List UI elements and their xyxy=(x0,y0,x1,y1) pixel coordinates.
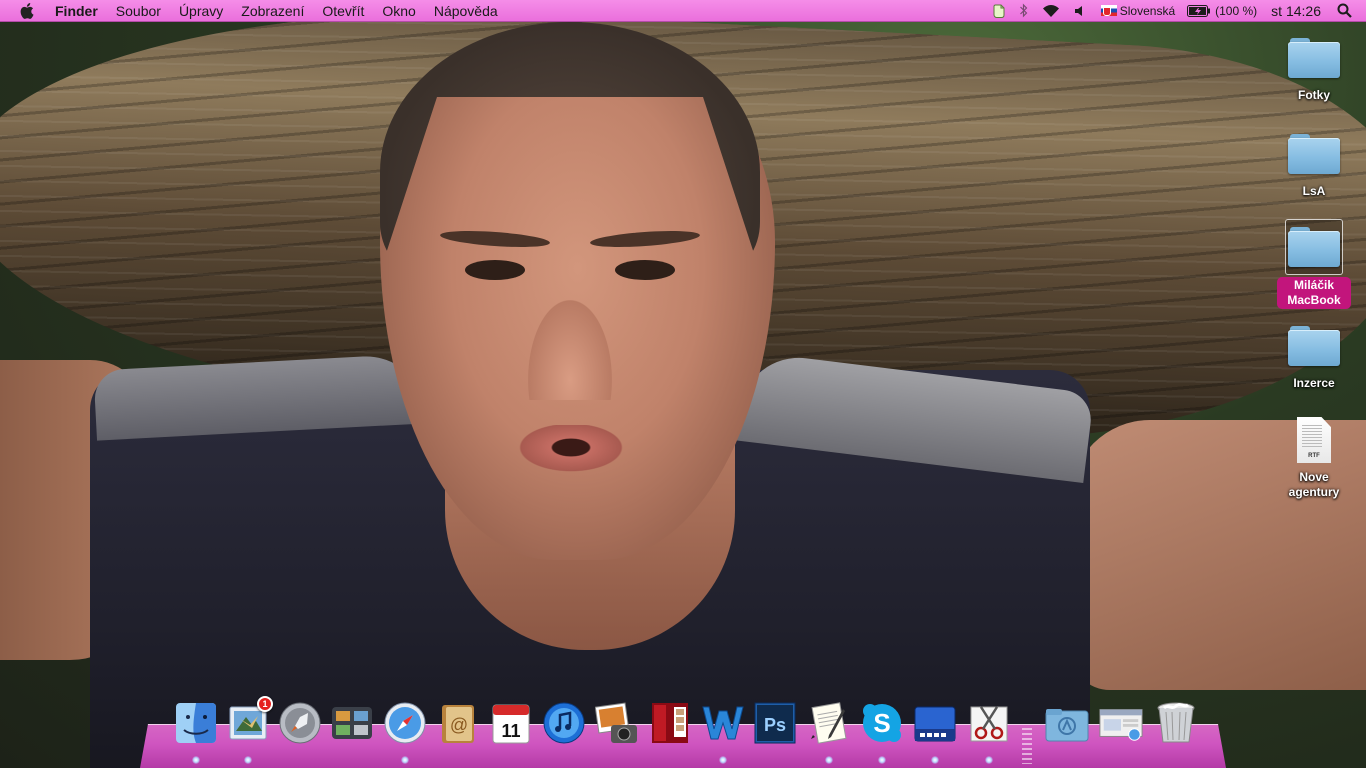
launchpad-icon xyxy=(279,702,321,744)
dock-trash[interactable] xyxy=(1153,700,1199,746)
dock-remote-desktop[interactable] xyxy=(912,700,958,764)
dock-finder[interactable] xyxy=(173,700,219,764)
calendar-icon: 11 xyxy=(492,704,530,744)
dock-photo-booth[interactable] xyxy=(647,700,693,746)
dock-safari[interactable] xyxy=(382,700,428,764)
battery-percent: (100 %) xyxy=(1215,3,1258,18)
address-book-icon: @ xyxy=(442,705,474,743)
dock-mail[interactable]: 1 xyxy=(225,696,273,764)
iphoto-icon xyxy=(595,702,637,743)
menu-bar: Finder Soubor Úpravy Zobrazení Otevřít O… xyxy=(0,0,1366,22)
rtf-document-icon: RTF xyxy=(1285,412,1343,468)
calendar-day: 11 xyxy=(501,721,520,741)
menu-window[interactable]: Okno xyxy=(373,0,424,22)
dock-launchpad[interactable] xyxy=(277,700,323,746)
dock-applications-stack[interactable] xyxy=(1044,700,1090,746)
menu-finder[interactable]: Finder xyxy=(46,0,107,22)
dock-textedit[interactable] xyxy=(806,700,852,764)
battery-menu[interactable]: (100 %) xyxy=(1181,0,1263,22)
dock-contacts[interactable]: @ xyxy=(435,700,481,746)
battery-icon xyxy=(1187,4,1211,17)
scissors-icon xyxy=(970,706,1008,742)
desktop-icon-label: Nove agentury xyxy=(1288,470,1340,499)
dock-mission-control[interactable] xyxy=(329,700,375,746)
status-menus: Slovenská (100 %) st 14:26 xyxy=(985,0,1366,22)
trash-icon xyxy=(1157,702,1195,743)
folder-icon xyxy=(1285,126,1343,182)
dock-word[interactable] xyxy=(700,700,746,764)
dock-itunes[interactable] xyxy=(541,700,587,746)
bluetooth-icon[interactable] xyxy=(1013,0,1035,22)
volume-icon[interactable] xyxy=(1067,0,1095,22)
menu-view[interactable]: Zobrazení xyxy=(232,0,313,22)
dock-iphoto[interactable] xyxy=(594,700,640,746)
spotlight-search-icon[interactable] xyxy=(1329,0,1366,22)
desktop-icon-label: LsA xyxy=(1302,184,1326,198)
dock-utility[interactable] xyxy=(966,700,1012,764)
input-source-label: Slovenská xyxy=(1119,3,1176,18)
input-source-menu[interactable]: Slovenská xyxy=(1095,0,1181,22)
applications-folder-icon xyxy=(1045,709,1089,742)
skype-icon: S xyxy=(863,704,901,742)
menu-edit[interactable]: Úpravy xyxy=(170,0,232,22)
desktop-icon-label: Fotky xyxy=(1297,88,1330,102)
textedit-icon xyxy=(811,702,847,744)
finder-icon xyxy=(176,703,216,743)
desktop-file-nove-agentury[interactable]: RTF Nove agentury xyxy=(1274,412,1354,500)
svg-text:Ps: Ps xyxy=(764,715,786,735)
menu-go[interactable]: Otevřít xyxy=(313,0,373,22)
safari-icon xyxy=(384,702,426,744)
dock: 1 @ 11 Ps S xyxy=(140,696,1226,768)
menu-file[interactable]: Soubor xyxy=(107,0,170,22)
word-icon xyxy=(702,706,744,740)
folder-icon xyxy=(1285,318,1343,374)
desktop-icons: Fotky LsA Miláčik MacBook Inzerce RTF No… xyxy=(0,0,1366,768)
desktop-icon-label: Miláčik MacBook xyxy=(1277,277,1351,309)
photoshop-icon: Ps xyxy=(754,702,796,744)
apple-menu-icon[interactable] xyxy=(14,2,40,19)
svg-text:S: S xyxy=(873,708,890,738)
mission-control-icon xyxy=(332,707,372,739)
desktop-folder-lsa[interactable]: LsA xyxy=(1274,126,1354,199)
screen-sharing-icon xyxy=(914,706,956,742)
desktop-folder-fotky[interactable]: Fotky xyxy=(1274,30,1354,103)
evernote-status-icon[interactable] xyxy=(985,0,1013,22)
dock-calendar[interactable]: 11 xyxy=(488,700,534,746)
itunes-icon xyxy=(543,702,585,744)
slovak-flag-icon xyxy=(1100,5,1117,16)
photo-booth-icon xyxy=(652,703,688,743)
downloads-stack-icon xyxy=(1099,709,1143,741)
dock-skype[interactable]: S xyxy=(859,700,905,764)
clock[interactable]: st 14:26 xyxy=(1263,0,1329,22)
desktop-folder-milacik-macbook[interactable]: Miláčik MacBook xyxy=(1274,219,1354,309)
folder-icon xyxy=(1285,219,1343,275)
folder-icon xyxy=(1285,30,1343,86)
menu-help[interactable]: Nápověda xyxy=(425,0,507,22)
dock-photoshop[interactable]: Ps xyxy=(752,700,798,746)
svg-text:@: @ xyxy=(450,715,468,735)
desktop-icon-label: Inzerce xyxy=(1293,376,1335,390)
dock-downloads-stack[interactable] xyxy=(1098,700,1144,746)
desktop-folder-inzerce[interactable]: Inzerce xyxy=(1274,318,1354,391)
wifi-icon[interactable] xyxy=(1035,0,1067,22)
mail-unread-badge: 1 xyxy=(257,696,273,712)
